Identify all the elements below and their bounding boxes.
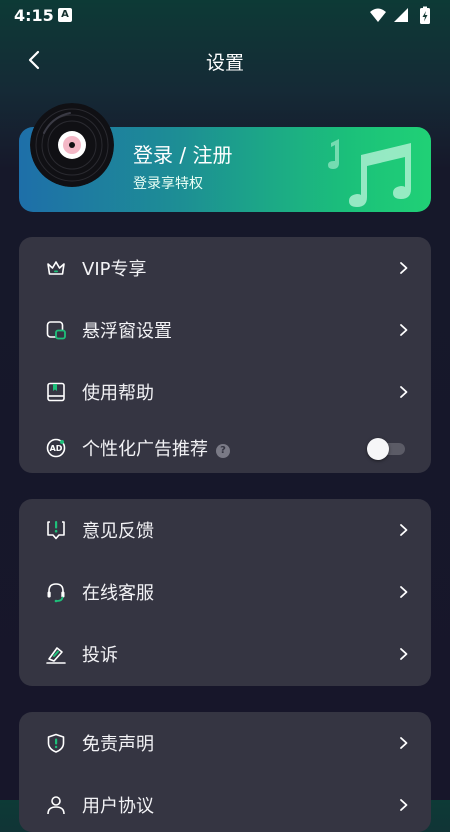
complaint-row[interactable]: 投诉 [19,623,431,685]
crown-icon [47,261,65,275]
status-icons [370,6,430,24]
settings-group-2: 意见反馈 在线客服 投诉 [19,499,431,686]
settings-group-1: VIP专享 悬浮窗设置 使用帮助 AD 个性化广告推荐? [19,237,431,473]
chevron-right-icon [400,648,408,660]
status-bar: 4:15 A [0,0,450,32]
help-book-icon [47,382,65,402]
feedback-row[interactable]: 意见反馈 [19,499,431,561]
login-card[interactable]: 登录 / 注册 登录享特权 [19,103,431,212]
customer-service-label: 在线客服 [82,583,154,604]
svg-text:AD: AD [50,444,63,453]
floating-window-icon [46,321,66,340]
user-agreement-label: 用户协议 [82,796,154,817]
personalized-ads-text: 个性化广告推荐 [82,439,208,460]
music-note-icon [328,139,411,207]
disclaimer-label: 免责声明 [82,734,154,755]
vinyl-record-icon [30,103,114,187]
notification-icon: A [58,8,72,22]
complaint-label: 投诉 [82,645,118,666]
user-agreement-row[interactable]: 用户协议 [19,774,431,832]
toggle-knob [367,438,389,460]
question-mark-icon[interactable]: ? [216,444,230,458]
chevron-right-icon [400,737,408,749]
complaint-icon [46,647,66,664]
floating-window-row[interactable]: 悬浮窗设置 [19,299,431,361]
vip-label: VIP专享 [82,259,147,280]
vip-row[interactable]: VIP专享 [19,237,431,299]
login-subtitle: 登录享特权 [133,176,203,192]
ad-icon: AD [46,438,66,458]
chevron-right-icon [400,262,408,274]
help-label: 使用帮助 [82,383,154,404]
battery-icon [420,6,430,24]
help-row[interactable]: 使用帮助 [19,361,431,423]
floating-window-label: 悬浮窗设置 [82,321,172,342]
chevron-right-icon [400,586,408,598]
status-time: 4:15 [14,6,54,25]
cellular-signal-icon [394,8,408,22]
user-agreement-icon [47,796,65,815]
chevron-right-icon [400,799,408,811]
settings-group-3: 免责声明 用户协议 [19,712,431,832]
feedback-icon [47,521,65,540]
customer-service-row[interactable]: 在线客服 [19,561,431,623]
wifi-icon [370,8,386,22]
chevron-right-icon [400,386,408,398]
headset-icon [47,583,65,603]
chevron-right-icon [400,524,408,536]
personalized-ads-label: 个性化广告推荐? [82,435,230,461]
disclaimer-row[interactable]: 免责声明 [19,712,431,774]
personalized-ads-toggle[interactable] [367,438,407,460]
chevron-right-icon [400,324,408,336]
login-title: 登录 / 注册 [133,143,233,167]
shield-icon [47,733,65,753]
personalized-ads-row: AD 个性化广告推荐? [19,423,431,473]
feedback-label: 意见反馈 [82,521,154,542]
page-title: 设置 [205,52,244,74]
header: 设置 [0,40,450,80]
